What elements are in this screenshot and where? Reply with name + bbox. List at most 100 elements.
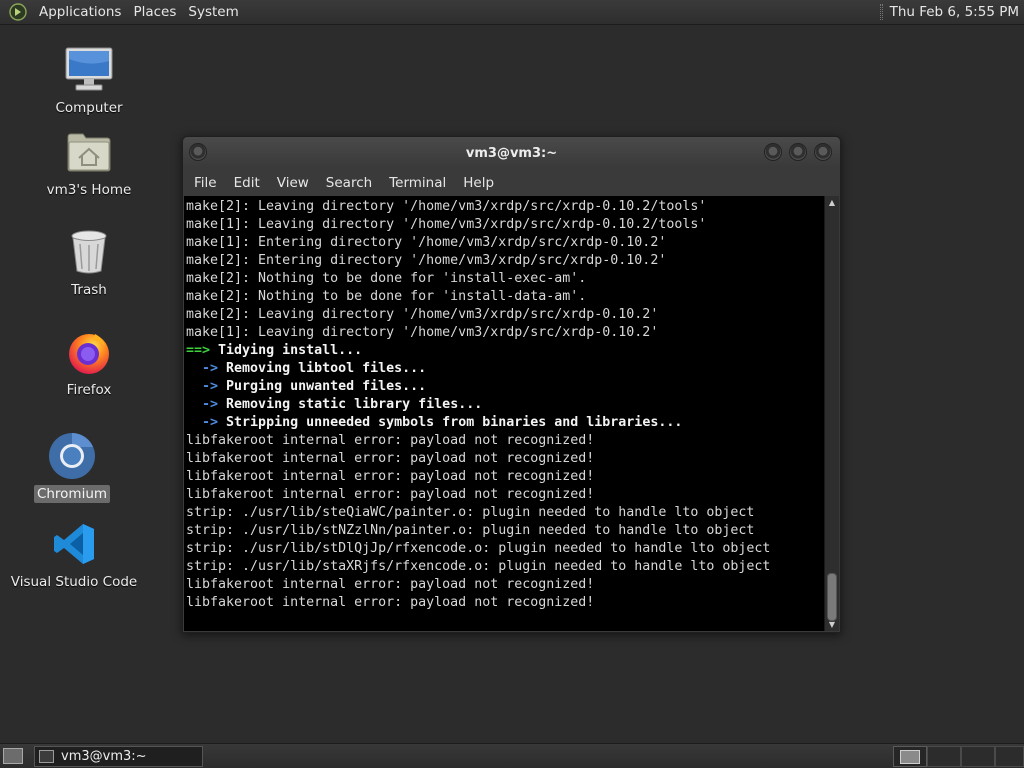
terminal-text-segment: ==> <box>186 343 211 358</box>
home-folder-icon <box>64 127 114 177</box>
terminal-line: make[1]: Leaving directory '/home/vm3/xr… <box>186 216 824 234</box>
terminal-text-segment: -> <box>186 379 219 394</box>
terminal-output[interactable]: make[2]: Leaving directory '/home/vm3/xr… <box>184 196 824 631</box>
terminal-text-segment: libfakeroot internal error: payload not … <box>186 433 595 448</box>
firefox-icon <box>64 327 114 377</box>
scrollbar-thumb[interactable] <box>827 573 837 621</box>
terminal-line: make[2]: Leaving directory '/home/vm3/xr… <box>186 306 824 324</box>
terminal-line: ==> Tidying install... <box>186 342 824 360</box>
desktop-icon-vscode[interactable]: Visual Studio Code <box>11 519 137 591</box>
desktop-icon-computer[interactable]: Computer <box>29 45 149 117</box>
desktop-icon-label: Trash <box>71 282 107 298</box>
maximize-button[interactable] <box>789 143 807 161</box>
terminal-line: libfakeroot internal error: payload not … <box>186 432 824 450</box>
terminal-line: strip: ./usr/lib/staXRjfs/rfxencode.o: p… <box>186 558 824 576</box>
show-desktop-icon[interactable] <box>3 748 23 764</box>
menu-file[interactable]: File <box>186 175 225 191</box>
terminal-text-segment: make[1]: Leaving directory '/home/vm3/xr… <box>186 325 659 340</box>
terminal-text-segment: Tidying install... <box>210 343 363 358</box>
menu-help[interactable]: Help <box>455 175 502 191</box>
menu-edit[interactable]: Edit <box>226 175 268 191</box>
chromium-icon <box>47 431 97 481</box>
terminal-text-segment: Purging unwanted files... <box>218 379 427 394</box>
terminal-line: strip: ./usr/lib/steQiaWC/painter.o: plu… <box>186 504 824 522</box>
terminal-text-segment: Stripping unneeded symbols from binaries… <box>218 415 683 430</box>
terminal-text-segment: make[2]: Leaving directory '/home/vm3/xr… <box>186 307 659 322</box>
minimize-button[interactable] <box>764 143 782 161</box>
terminal-line: -> Removing static library files... <box>186 396 824 414</box>
terminal-line: -> Removing libtool files... <box>186 360 824 378</box>
terminal-text-segment: strip: ./usr/lib/stDlQjJp/rfxencode.o: p… <box>186 541 771 556</box>
terminal-text-segment: strip: ./usr/lib/steQiaWC/painter.o: plu… <box>186 505 755 520</box>
taskbar-button-terminal[interactable]: vm3@vm3:~ <box>34 746 203 767</box>
trash-icon <box>64 227 114 277</box>
taskbar-button-label: vm3@vm3:~ <box>61 749 147 764</box>
window-title: vm3@vm3:~ <box>465 145 558 161</box>
bottom-panel: vm3@vm3:~ <box>0 743 1024 768</box>
workspace-3[interactable] <box>961 746 995 767</box>
terminal-window[interactable]: vm3@vm3:~ File Edit View Search Terminal… <box>182 136 841 633</box>
top-panel: Applications Places System Thu Feb 6, 5:… <box>0 0 1024 25</box>
terminal-text-segment: libfakeroot internal error: payload not … <box>186 451 595 466</box>
terminal-line: strip: ./usr/lib/stDlQjJp/rfxencode.o: p… <box>186 540 824 558</box>
workspace-window-preview <box>900 749 920 764</box>
desktop-icon-home[interactable]: vm3's Home <box>29 127 149 199</box>
menu-view[interactable]: View <box>269 175 317 191</box>
terminal-line: make[2]: Entering directory '/home/vm3/x… <box>186 252 824 270</box>
terminal-scrollbar[interactable]: ▲ ▼ <box>824 196 839 631</box>
terminal-line: libfakeroot internal error: payload not … <box>186 576 824 594</box>
terminal-text-segment: Removing static library files... <box>218 397 483 412</box>
workspace-2[interactable] <box>927 746 961 767</box>
terminal-text-segment: make[1]: Leaving directory '/home/vm3/xr… <box>186 217 707 232</box>
workspace-1[interactable] <box>893 746 927 767</box>
window-titlebar[interactable]: vm3@vm3:~ <box>183 137 840 169</box>
vscode-icon <box>49 519 99 569</box>
applications-logo-icon[interactable] <box>9 3 27 21</box>
terminal-line: make[2]: Nothing to be done for 'install… <box>186 288 824 306</box>
desktop-icon-label: vm3's Home <box>46 182 132 198</box>
desktop-icon-firefox[interactable]: Firefox <box>29 327 149 399</box>
desktop-icon-chromium[interactable]: Chromium <box>12 431 132 503</box>
terminal-text-segment: -> <box>186 415 219 430</box>
terminal-text-segment: make[2]: Leaving directory '/home/vm3/xr… <box>186 199 707 214</box>
desktop-icon-label: Chromium <box>33 485 111 503</box>
scroll-up-arrow-icon[interactable]: ▲ <box>825 196 839 209</box>
terminal-line: strip: ./usr/lib/stNZzlNn/painter.o: plu… <box>186 522 824 540</box>
terminal-text-segment: make[2]: Nothing to be done for 'install… <box>186 289 587 304</box>
clock[interactable]: Thu Feb 6, 5:55 PM <box>890 0 1024 25</box>
desktop-icon-trash[interactable]: Trash <box>29 227 149 299</box>
desktop-icon-label: Computer <box>55 100 123 116</box>
applications-menu[interactable]: Applications <box>33 0 127 25</box>
close-button[interactable] <box>814 143 832 161</box>
menu-search[interactable]: Search <box>318 175 380 191</box>
computer-icon <box>64 45 114 95</box>
system-menu[interactable]: System <box>182 0 244 25</box>
terminal-line: make[2]: Leaving directory '/home/vm3/xr… <box>186 198 824 216</box>
panel-handle <box>879 4 883 20</box>
scroll-down-arrow-icon[interactable]: ▼ <box>825 618 839 631</box>
terminal-text-segment: libfakeroot internal error: payload not … <box>186 487 595 502</box>
desktop-icon-label: Visual Studio Code <box>10 574 138 590</box>
terminal-line: -> Stripping unneeded symbols from binar… <box>186 414 824 432</box>
terminal-line: -> Purging unwanted files... <box>186 378 824 396</box>
terminal-line: make[1]: Leaving directory '/home/vm3/xr… <box>186 324 824 342</box>
desktop-icon-label: Firefox <box>66 382 112 398</box>
menu-terminal[interactable]: Terminal <box>381 175 454 191</box>
terminal-text-segment: libfakeroot internal error: payload not … <box>186 595 595 610</box>
workspace-4[interactable] <box>995 746 1024 767</box>
window-menu-button[interactable] <box>189 143 207 161</box>
terminal-line: make[1]: Entering directory '/home/vm3/x… <box>186 234 824 252</box>
terminal-line: libfakeroot internal error: payload not … <box>186 594 824 612</box>
terminal-line: make[2]: Nothing to be done for 'install… <box>186 270 824 288</box>
terminal-menubar: File Edit View Search Terminal Help <box>183 169 840 196</box>
terminal-icon <box>39 750 54 763</box>
terminal-text-segment: libfakeroot internal error: payload not … <box>186 577 595 592</box>
terminal-line: libfakeroot internal error: payload not … <box>186 486 824 504</box>
terminal-text-segment: Removing libtool files... <box>218 361 427 376</box>
places-menu[interactable]: Places <box>127 0 182 25</box>
terminal-text-segment: -> <box>186 361 219 376</box>
terminal-text-segment: strip: ./usr/lib/stNZzlNn/painter.o: plu… <box>186 523 755 538</box>
terminal-line: libfakeroot internal error: payload not … <box>186 468 824 486</box>
terminal-text-segment: make[2]: Nothing to be done for 'install… <box>186 271 587 286</box>
terminal-text-segment: make[1]: Entering directory '/home/vm3/x… <box>186 235 667 250</box>
